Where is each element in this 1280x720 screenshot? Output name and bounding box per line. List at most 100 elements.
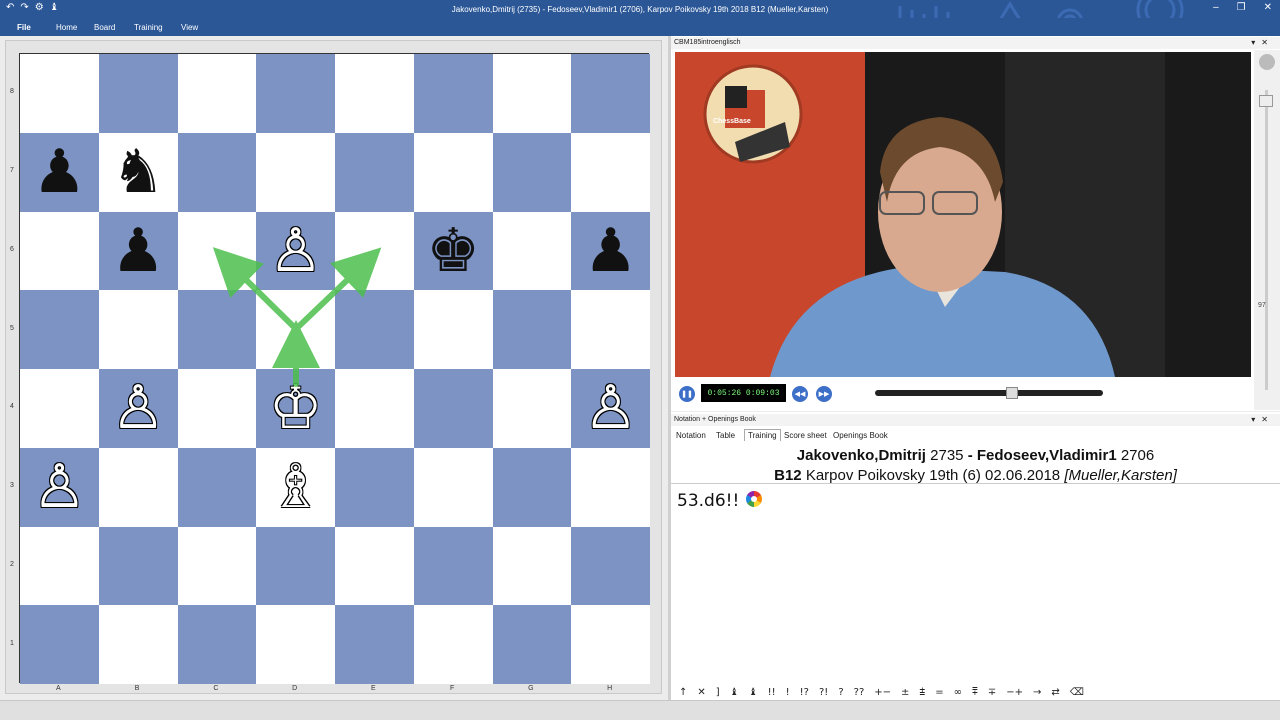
square-f5[interactable]	[413, 290, 493, 369]
square-h5[interactable]	[571, 290, 650, 369]
current-move[interactable]: 53.d6!!	[677, 491, 739, 511]
menu-board[interactable]: Board	[94, 23, 115, 32]
square-c8[interactable]	[177, 54, 257, 133]
square-c2[interactable]	[177, 526, 257, 606]
square-f8[interactable]	[413, 54, 493, 133]
annotation-symbol-button[interactable]: +−	[874, 687, 891, 698]
square-f2[interactable]	[413, 526, 493, 606]
annotation-symbol-button[interactable]: ?	[838, 687, 843, 698]
square-g1[interactable]	[492, 605, 572, 684]
chess-board[interactable]: ♟ ♞ ♟ ♙ ♚ ♟ ♙ ♔ ♙ ♙ ♗	[19, 53, 650, 684]
square-g8[interactable]	[492, 54, 572, 133]
square-b8[interactable]	[98, 54, 178, 133]
square-f3[interactable]	[413, 447, 493, 527]
annotation-symbol-button[interactable]: ↑	[679, 687, 687, 698]
tab-score-sheet[interactable]: Score sheet	[784, 431, 827, 440]
square-e3[interactable]	[335, 447, 414, 527]
video-frame[interactable]: ChessBase	[675, 52, 1251, 377]
settings-dial-icon[interactable]	[1259, 54, 1275, 70]
square-f1[interactable]	[413, 605, 493, 684]
annotation-symbol-button[interactable]: !	[786, 687, 790, 698]
annotation-symbol-button[interactable]: ]	[716, 687, 720, 698]
annotation-symbol-button[interactable]: ⩱	[972, 687, 978, 698]
square-d1[interactable]	[256, 605, 335, 684]
menu-file[interactable]: File	[17, 23, 31, 32]
annotation-symbol-button[interactable]: −+	[1006, 687, 1023, 698]
annotation-symbol-button[interactable]: ??	[854, 687, 865, 698]
square-e1[interactable]	[335, 605, 414, 684]
square-f4[interactable]	[413, 369, 493, 448]
square-d2[interactable]	[256, 526, 335, 606]
white-bishop-d3[interactable]: ♗	[256, 448, 335, 527]
square-b2[interactable]	[98, 526, 178, 606]
maximize-button[interactable]: ❐	[1237, 2, 1246, 13]
square-e8[interactable]	[335, 54, 414, 133]
black-pawn-a7[interactable]: ♟	[20, 133, 99, 212]
close-button[interactable]: ✕	[1264, 2, 1272, 13]
square-h8[interactable]	[571, 54, 650, 133]
square-e4[interactable]	[335, 369, 414, 448]
tab-openings-book[interactable]: Openings Book	[833, 431, 888, 440]
annotation-symbol-button[interactable]: →	[1033, 687, 1041, 698]
tab-training[interactable]: Training	[744, 429, 781, 441]
white-pawn-a3[interactable]: ♙	[20, 448, 99, 527]
square-g7[interactable]	[492, 132, 572, 212]
annotation-symbol-button[interactable]: ±	[901, 687, 909, 698]
menu-training[interactable]: Training	[134, 23, 163, 32]
annotation-symbol-button[interactable]: ✕	[697, 687, 705, 698]
square-d8[interactable]	[256, 54, 335, 133]
square-g3[interactable]	[492, 447, 572, 527]
white-pawn-h4[interactable]: ♙	[571, 369, 650, 448]
square-c6[interactable]	[177, 211, 257, 291]
square-c4[interactable]	[177, 369, 257, 448]
square-h1[interactable]	[571, 605, 650, 684]
square-a2[interactable]	[20, 526, 99, 606]
volume-track[interactable]	[1265, 90, 1268, 390]
seek-bar[interactable]	[875, 387, 1103, 399]
square-g6[interactable]	[492, 211, 572, 291]
square-g5[interactable]	[492, 290, 572, 369]
square-g2[interactable]	[492, 526, 572, 606]
white-pawn-d6[interactable]: ♙	[256, 212, 335, 291]
square-c3[interactable]	[177, 447, 257, 527]
tab-notation[interactable]: Notation	[676, 431, 706, 440]
menu-view[interactable]: View	[181, 23, 198, 32]
panel-dropdown-icon[interactable]: ▾	[1251, 38, 1261, 47]
square-c5[interactable]	[177, 290, 257, 369]
annotation-symbol-button[interactable]: ∞	[954, 687, 962, 698]
panel-close-icon[interactable]: ✕	[1261, 415, 1274, 424]
square-e5[interactable]	[335, 290, 414, 369]
square-h3[interactable]	[571, 447, 650, 527]
square-f7[interactable]	[413, 132, 493, 212]
square-d7[interactable]	[256, 132, 335, 212]
black-king-f6[interactable]: ♚	[414, 212, 493, 291]
annotation-symbol-button[interactable]: ♝	[749, 687, 758, 698]
square-b1[interactable]	[98, 605, 178, 684]
square-c1[interactable]	[177, 605, 257, 684]
square-a4[interactable]	[20, 369, 99, 448]
annotation-symbol-button[interactable]: ⇄	[1051, 687, 1059, 698]
annotation-symbol-button[interactable]: ∓	[988, 687, 996, 698]
square-b5[interactable]	[98, 290, 178, 369]
seek-thumb[interactable]	[1005, 387, 1018, 399]
rewind-button[interactable]: ◀◀	[792, 386, 808, 402]
minimize-button[interactable]: –	[1213, 2, 1219, 13]
annotation-symbol-button[interactable]: =	[935, 687, 943, 698]
annotation-symbol-button[interactable]: !?	[800, 687, 809, 698]
forward-button[interactable]: ▶▶	[816, 386, 832, 402]
black-pawn-b6[interactable]: ♟	[99, 212, 178, 291]
square-a5[interactable]	[20, 290, 99, 369]
annotation-symbol-button[interactable]: ♝	[730, 687, 739, 698]
annotation-symbol-button[interactable]: !!	[768, 687, 776, 698]
annotation-symbol-button[interactable]: ⌫	[1070, 687, 1084, 698]
white-pawn-b4[interactable]: ♙	[99, 369, 178, 448]
tab-table[interactable]: Table	[716, 431, 735, 440]
color-wheel-icon[interactable]	[746, 491, 762, 507]
square-c7[interactable]	[177, 132, 257, 212]
square-g4[interactable]	[492, 369, 572, 448]
annotation-symbol-button[interactable]: ⩲	[919, 687, 925, 698]
black-knight-b7[interactable]: ♞	[99, 133, 178, 212]
volume-thumb[interactable]	[1259, 95, 1273, 107]
pause-button[interactable]: ❚❚	[679, 386, 695, 402]
square-a1[interactable]	[20, 605, 99, 684]
